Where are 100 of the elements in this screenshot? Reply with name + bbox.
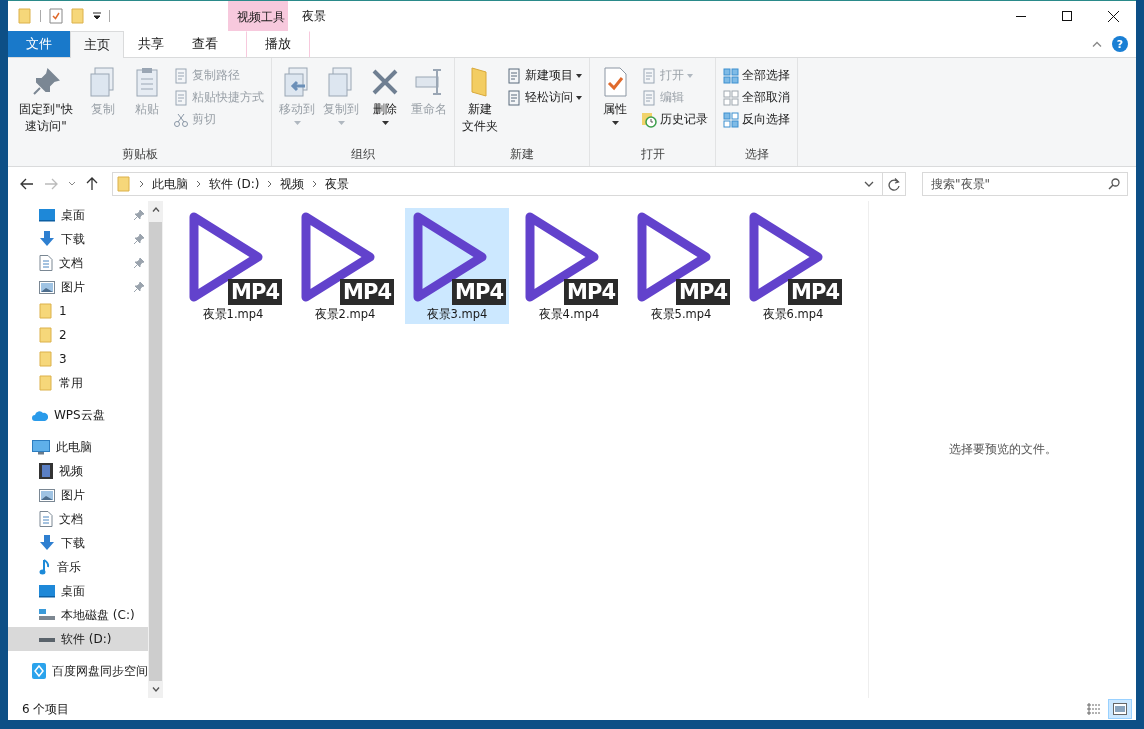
ribbon-tab[interactable]: 共享 [124, 31, 178, 57]
pin-icon[interactable] [134, 210, 144, 220]
caret-icon [293, 121, 301, 125]
document-icon [173, 67, 189, 84]
nav-item[interactable]: 下载 [8, 531, 148, 555]
breadcrumb[interactable]: 夜景 [325, 175, 350, 193]
preview-message: 选择要预览的文件。 [948, 441, 1057, 458]
nav-item[interactable]: 百度网盘同步空间 [8, 659, 148, 683]
ribbon-button[interactable]: 全部选择 [720, 66, 793, 85]
grid-icon [723, 67, 739, 84]
thumbnail-view-icon [1113, 703, 1127, 715]
ribbon-button[interactable]: 属性 [594, 62, 636, 146]
breadcrumb[interactable]: 软件 (D:) [209, 175, 260, 193]
chevron-right-icon [139, 180, 144, 188]
caret-icon [611, 121, 619, 125]
ribbon-button[interactable]: 轻松访问 [503, 88, 585, 107]
pin-icon[interactable] [134, 258, 144, 268]
up-arrow-icon[interactable] [86, 177, 98, 191]
ribbon-tab[interactable]: 播放 [246, 31, 310, 57]
ribbon-button[interactable]: 删除 [364, 62, 406, 146]
help-button[interactable]: ? [1112, 36, 1128, 52]
maximize-icon [1062, 11, 1072, 21]
address-bar[interactable]: 此电脑 软件 (D:) 视频 夜景 [112, 172, 906, 196]
ribbon-button[interactable]: 全部取消 [720, 88, 793, 107]
file-item[interactable]: MP4 夜景3.mp4 [405, 208, 509, 324]
ribbon-button[interactable]: 历史记录 [638, 110, 711, 129]
nav-item[interactable]: 软件 (D:) [8, 627, 148, 651]
document-icon [39, 255, 53, 271]
file-item[interactable]: MP4 夜景4.mp4 [517, 208, 621, 324]
clock-icon [641, 111, 657, 128]
chevron-right-icon [312, 180, 318, 188]
folder-icon [39, 327, 53, 343]
music-note-icon [39, 559, 51, 575]
scissors-icon [173, 111, 189, 128]
ribbon-tab[interactable]: 查看 [178, 31, 232, 57]
file-item[interactable]: MP4 夜景5.mp4 [629, 208, 733, 324]
back-arrow-icon[interactable] [20, 178, 34, 190]
folder-icon[interactable] [71, 8, 85, 24]
nav-item[interactable]: 常用 [8, 371, 148, 395]
pin-icon[interactable] [134, 234, 144, 244]
file-item[interactable]: MP4 夜景2.mp4 [293, 208, 397, 324]
monitor-icon [39, 208, 55, 222]
nav-item[interactable]: 此电脑 [8, 435, 148, 459]
chevron-right-icon [196, 180, 201, 188]
folder-icon [39, 351, 53, 367]
pin-icon[interactable] [134, 282, 144, 292]
grid-icon [723, 89, 739, 106]
breadcrumb[interactable]: 此电脑 [152, 175, 188, 193]
group-label: 组织 [350, 146, 376, 163]
ribbon-button[interactable]: 固定到"快速访问" [12, 62, 80, 146]
file-type-label: MP4 [228, 279, 282, 305]
nav-item[interactable]: 1 [8, 299, 148, 323]
scrollbar[interactable] [148, 201, 163, 698]
nav-item[interactable]: 桌面 [8, 579, 148, 603]
chevron-down-icon[interactable] [864, 181, 874, 187]
ribbon-button[interactable]: 反向选择 [720, 110, 793, 129]
nav-item[interactable]: 桌面 [8, 203, 148, 227]
drive-icon [39, 609, 55, 621]
view-button[interactable] [1108, 699, 1132, 719]
search-icon [1108, 178, 1120, 190]
document-icon [173, 89, 189, 106]
details-view-icon [1087, 703, 1101, 715]
dropdown-icon[interactable] [93, 12, 101, 20]
nav-item[interactable]: 音乐 [8, 555, 148, 579]
nav-item[interactable]: 2 [8, 323, 148, 347]
ribbon-button[interactable]: 新建项目 [503, 66, 585, 85]
caret-icon [576, 95, 582, 100]
down-arrow-icon [39, 535, 55, 551]
file-item[interactable]: MP4 夜景6.mp4 [741, 208, 845, 324]
group-label: 选择 [743, 146, 770, 163]
nav-item[interactable]: WPS云盘 [8, 403, 148, 427]
chevron-down-icon[interactable] [68, 181, 76, 187]
file-tab[interactable]: 文件 [8, 31, 70, 57]
caret-icon [381, 121, 389, 125]
file-type-label: MP4 [340, 279, 394, 305]
nav-item[interactable]: 文档 [8, 251, 148, 275]
nav-item[interactable]: 3 [8, 347, 148, 371]
file-type-label: MP4 [564, 279, 618, 305]
checklist-icon[interactable] [49, 8, 63, 24]
monitor-icon [39, 584, 55, 598]
file-type-label: MP4 [452, 279, 506, 305]
nav-item[interactable]: 图片 [8, 275, 148, 299]
file-item[interactable]: MP4 夜景1.mp4 [181, 208, 285, 324]
nav-item[interactable]: 文档 [8, 507, 148, 531]
collapse-ribbon-icon[interactable] [1092, 41, 1102, 47]
item-count: 6 个项目 [22, 700, 70, 718]
ribbon-tab[interactable]: 主页 [70, 31, 124, 58]
picture-icon [39, 488, 55, 502]
caret-icon [576, 73, 582, 78]
forward-arrow-icon[interactable] [44, 178, 58, 190]
breadcrumb[interactable]: 视频 [280, 175, 305, 193]
nav-item[interactable]: 视频 [8, 459, 148, 483]
nav-item[interactable]: 本地磁盘 (C:) [8, 603, 148, 627]
search-field[interactable]: 搜索"夜景" [922, 172, 1128, 196]
nav-item[interactable]: 下载 [8, 227, 148, 251]
film-icon [39, 463, 53, 479]
ribbon-button[interactable]: 新建 文件夹 [459, 62, 501, 146]
caret-icon [687, 73, 693, 78]
nav-item[interactable]: 图片 [8, 483, 148, 507]
down-arrow-icon [39, 231, 55, 247]
